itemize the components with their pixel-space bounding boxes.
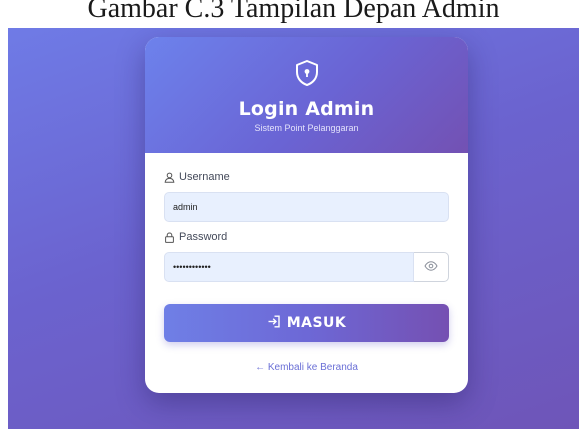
username-input[interactable] [164,192,449,222]
login-icon [267,315,281,332]
shield-icon [294,59,320,87]
login-card-header: Login Admin Sistem Point Pelanggaran [145,37,468,153]
eye-icon [424,258,438,276]
password-label-text: Password [179,231,228,243]
login-subtitle: Sistem Point Pelanggaran [254,123,359,133]
password-input[interactable]: •••••••••••• [164,252,414,282]
username-label: Username [164,169,449,185]
login-page-background: Login Admin Sistem Point Pelanggaran Use… [8,28,579,429]
password-row: •••••••••••• [164,252,449,282]
toggle-password-button[interactable] [414,252,449,282]
username-label-text: Username [179,171,230,183]
login-card: Login Admin Sistem Point Pelanggaran Use… [145,37,468,393]
user-icon [164,172,175,183]
masuk-button-label: MASUK [286,315,347,331]
login-form: Username Password •••••••••••• [145,153,468,373]
back-to-home-link[interactable]: ← Kembali ke Beranda [164,362,449,373]
login-title: Login Admin [238,98,375,120]
password-label: Password [164,229,449,245]
lock-icon [164,231,175,243]
figure-caption: Gambar C.3 Tampilan Depan Admin [87,0,500,24]
masuk-button[interactable]: MASUK [164,304,449,342]
